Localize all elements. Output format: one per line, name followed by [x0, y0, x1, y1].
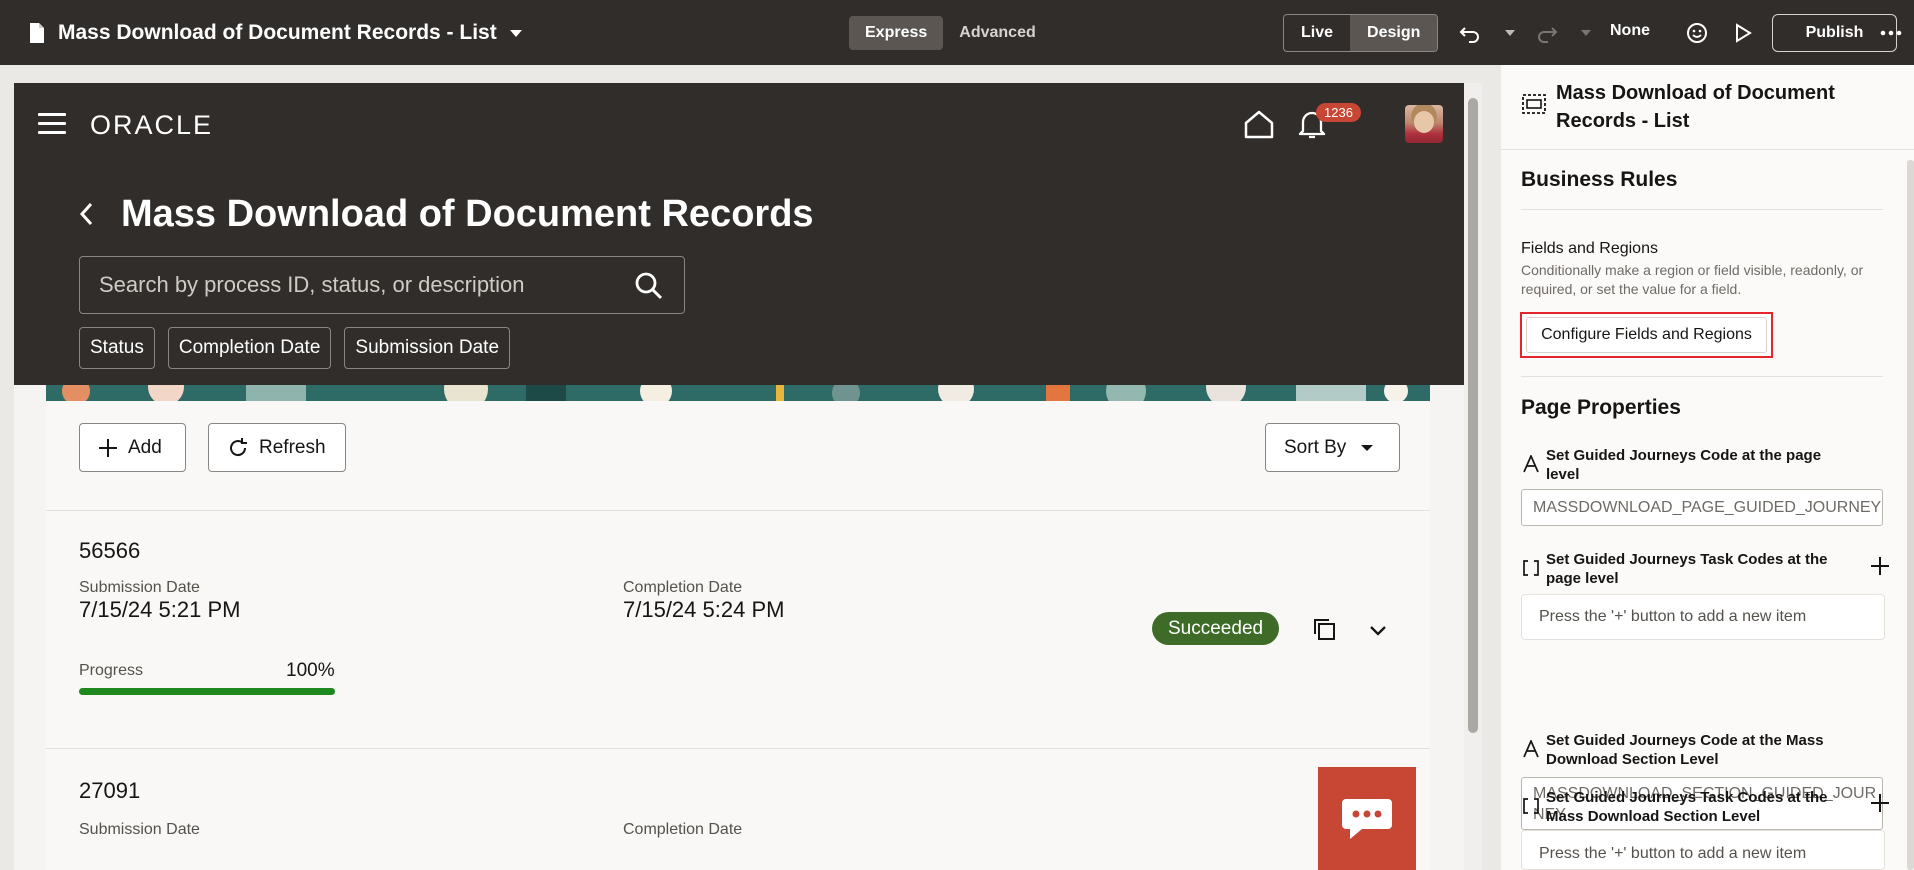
user-avatar[interactable] — [1405, 105, 1443, 143]
chevron-down-icon[interactable] — [1366, 618, 1390, 642]
add-button[interactable]: Add — [79, 423, 186, 472]
more-options-icon[interactable] — [1878, 20, 1904, 46]
caret-down-icon[interactable] — [509, 28, 523, 38]
progress-label: Progress — [79, 662, 144, 679]
progress-value: 100% — [286, 660, 335, 681]
tab-advanced[interactable]: Advanced — [943, 16, 1051, 50]
page-properties-heading: Page Properties — [1521, 396, 1681, 419]
view-switch: Live Design — [1283, 14, 1439, 52]
prop-section-journey-code-label: Set Guided Journeys Code at the Mass Dow… — [1546, 732, 1824, 768]
redo-menu-icon[interactable] — [1573, 20, 1599, 46]
properties-panel: Mass Download of Document Records - List… — [1501, 65, 1914, 870]
canvas-scrollbar[interactable] — [1464, 83, 1482, 870]
add-item-icon[interactable] — [1868, 791, 1892, 815]
search-icon[interactable] — [634, 271, 664, 301]
chat-icon — [1342, 798, 1392, 839]
tab-express[interactable]: Express — [849, 16, 944, 50]
sort-by-label: Sort By — [1284, 436, 1347, 458]
builder-app-title: Mass Download of Document Records - List — [58, 20, 497, 44]
copy-icon[interactable] — [1311, 616, 1337, 642]
builder-topbar: Mass Download of Document Records - List… — [0, 0, 1914, 65]
search-box — [79, 256, 685, 314]
page-layout-icon — [1522, 94, 1546, 114]
array-property-icon — [1521, 559, 1541, 579]
record-id: 56566 — [79, 538, 141, 563]
fields-and-regions-help: Conditionally make a region or field vis… — [1521, 262, 1864, 297]
list-item[interactable]: 56566 Submission Date 7/15/24 5:21 PM Co… — [46, 511, 1430, 749]
home-icon[interactable] — [1242, 107, 1276, 141]
smiley-icon[interactable] — [1684, 20, 1710, 46]
prop-page-task-codes-label: Set Guided Journeys Task Codes at the pa… — [1546, 551, 1828, 587]
record-id: 27091 — [79, 778, 141, 803]
undo-menu-icon[interactable] — [1497, 20, 1523, 46]
divider — [1521, 376, 1883, 377]
play-icon[interactable] — [1730, 20, 1756, 46]
refresh-button[interactable]: Refresh — [208, 423, 346, 472]
page-journey-code-field[interactable]: MASSDOWNLOAD_PAGE_GUIDED_JOURNEY — [1521, 489, 1883, 526]
tab-design[interactable]: Design — [1350, 15, 1438, 51]
page-title: Mass Download of Document Records — [121, 193, 814, 235]
panel-scrollbar[interactable] — [1907, 160, 1914, 870]
filter-completion-date[interactable]: Completion Date — [167, 327, 332, 369]
add-button-label: Add — [128, 436, 162, 458]
panel-title: Mass Download of Document Records - List — [1556, 82, 1835, 132]
business-rules-heading: Business Rules — [1521, 168, 1678, 191]
tab-live[interactable]: Live — [1284, 15, 1350, 51]
page-icon — [30, 22, 44, 43]
prop-section-task-codes-label: Set Guided Journeys Task Codes at the Ma… — [1546, 789, 1828, 825]
submission-date-label: Submission Date — [79, 821, 200, 838]
theme-selector[interactable]: None — [1610, 22, 1650, 40]
app-header: ORACLE 1236 Mass Download of Document Re… — [14, 83, 1464, 385]
records-list-card: Add Refresh Sort By 56566 Submission Dat… — [46, 401, 1430, 870]
submission-date-value: 7/15/24 5:21 PM — [79, 597, 241, 622]
prop-page-journey-code-label: Set Guided Journeys Code at the page lev… — [1546, 447, 1822, 483]
refresh-button-label: Refresh — [259, 436, 326, 458]
design-canvas: ORACLE 1236 Mass Download of Document Re… — [14, 83, 1464, 870]
redo-icon[interactable] — [1534, 20, 1560, 46]
text-property-icon — [1521, 453, 1541, 475]
oracle-logo: ORACLE — [90, 110, 214, 140]
text-property-icon — [1521, 738, 1541, 760]
filter-status[interactable]: Status — [79, 327, 155, 369]
completion-date-label: Completion Date — [623, 579, 743, 596]
submission-date-label: Submission Date — [79, 579, 200, 596]
filter-submission-date[interactable]: Submission Date — [344, 327, 511, 369]
chat-button[interactable] — [1318, 767, 1416, 870]
plus-icon — [99, 438, 117, 457]
mode-switch: Express Advanced — [849, 16, 1052, 50]
sort-by-button[interactable]: Sort By — [1265, 423, 1400, 472]
section-task-codes-list: Press the '+' button to add a new item — [1521, 830, 1885, 870]
fields-and-regions-heading: Fields and Regions — [1521, 240, 1658, 257]
panel-header: Mass Download of Document Records - List — [1501, 65, 1914, 150]
filter-chips: Status Completion Date Submission Date — [79, 327, 511, 369]
status-badge: Succeeded — [1152, 612, 1280, 645]
hamburger-menu-icon[interactable] — [38, 113, 66, 135]
undo-icon[interactable] — [1457, 20, 1483, 46]
progress-fill — [79, 688, 335, 695]
array-property-icon — [1521, 797, 1541, 817]
completion-date-value: 7/15/24 5:24 PM — [623, 597, 785, 622]
add-item-icon[interactable] — [1868, 554, 1892, 578]
notification-count-badge: 1236 — [1316, 103, 1361, 122]
divider — [1521, 209, 1883, 210]
configure-fields-button[interactable]: Configure Fields and Regions — [1526, 317, 1767, 353]
completion-date-label: Completion Date — [623, 821, 743, 838]
progress-bar — [79, 688, 335, 695]
decorative-banner — [46, 385, 1430, 401]
refresh-icon — [230, 437, 247, 456]
search-input[interactable] — [97, 271, 617, 299]
builder-title-area[interactable]: Mass Download of Document Records - List — [28, 0, 523, 65]
list-item[interactable]: 27091 Submission Date Completion Date — [46, 749, 1430, 870]
back-chevron-icon[interactable] — [78, 201, 94, 235]
caret-down-icon — [1361, 444, 1374, 451]
page-task-codes-list: Press the '+' button to add a new item — [1521, 594, 1885, 640]
configure-fields-highlight: Configure Fields and Regions — [1520, 312, 1773, 358]
list-toolbar: Add Refresh Sort By — [46, 401, 1430, 511]
